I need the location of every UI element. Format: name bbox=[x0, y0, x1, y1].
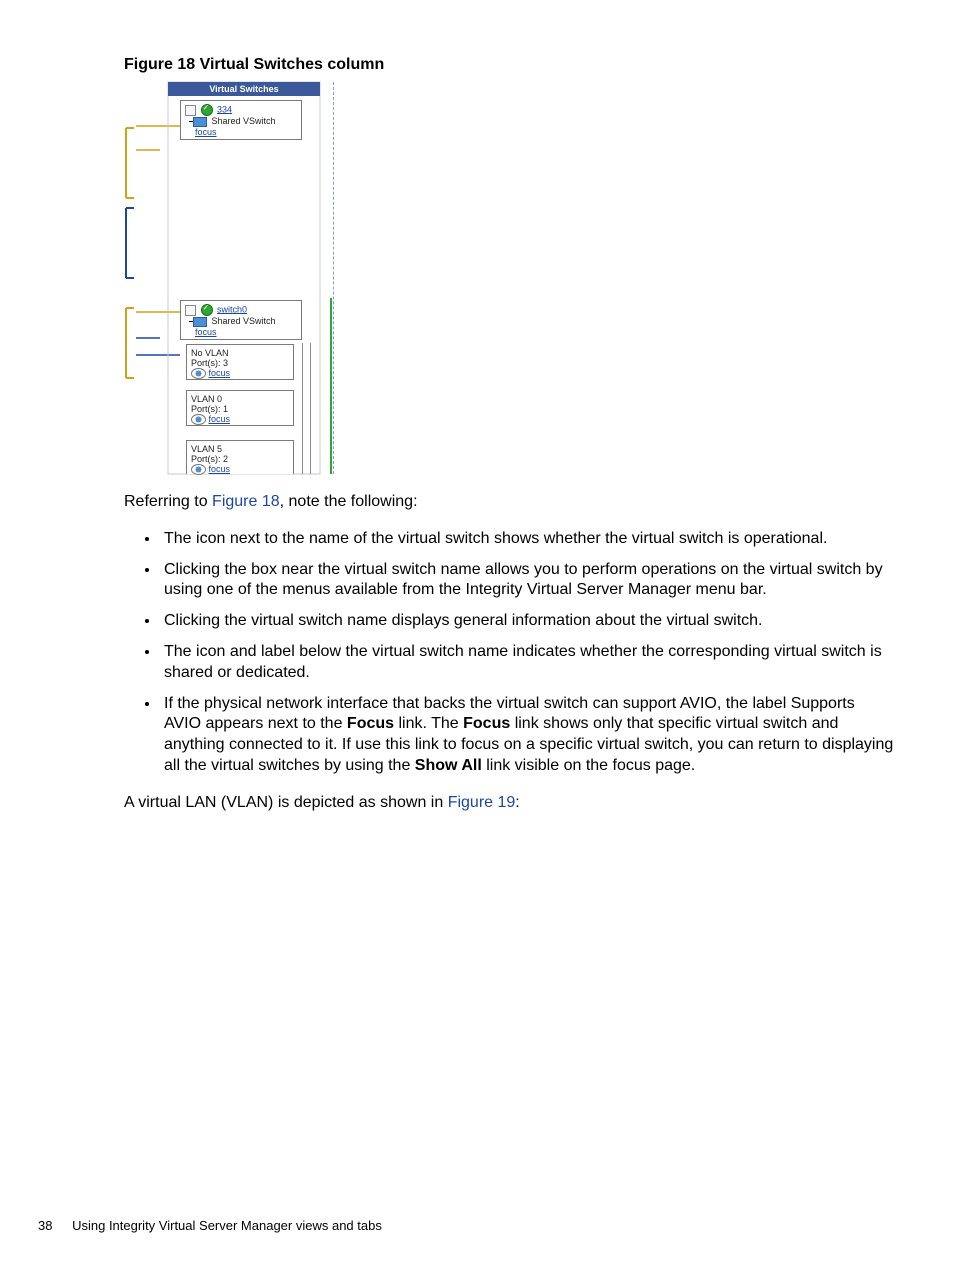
page-number: 38 bbox=[38, 1218, 52, 1233]
bullet-item: If the physical network interface that b… bbox=[160, 694, 894, 777]
vlan0-box: VLAN 0 Port(s): 1 focus bbox=[186, 390, 294, 426]
b5-t2: link. The bbox=[394, 715, 463, 732]
focus-link[interactable]: focus bbox=[195, 327, 217, 337]
status-ok-icon bbox=[201, 104, 213, 116]
eye-icon bbox=[191, 464, 206, 475]
focus-link[interactable]: focus bbox=[209, 368, 231, 378]
eye-icon bbox=[191, 414, 206, 425]
vlan-ports: Port(s): 2 bbox=[191, 454, 228, 464]
figure-19-link[interactable]: Figure 19 bbox=[448, 794, 516, 811]
b5-bold2: Focus bbox=[463, 715, 510, 732]
no-vlan-box: No VLAN Port(s): 3 focus bbox=[186, 344, 294, 380]
bullet-item: Clicking the box near the virtual switch… bbox=[160, 560, 894, 602]
focus-link[interactable]: focus bbox=[195, 127, 217, 137]
vlan-title: VLAN 5 bbox=[191, 444, 222, 454]
shared-label: Shared VSwitch bbox=[212, 116, 276, 126]
vswitch-link-334[interactable]: 334 bbox=[217, 104, 232, 114]
b5-t4: link visible on the focus page. bbox=[482, 757, 695, 774]
vlan-ports: Port(s): 1 bbox=[191, 404, 228, 414]
page-footer: 38 Using Integrity Virtual Server Manage… bbox=[38, 1218, 382, 1233]
intro-paragraph: Referring to Figure 18, note the followi… bbox=[124, 492, 894, 513]
vlan-ports: Port(s): 3 bbox=[191, 358, 228, 368]
focus-link[interactable]: focus bbox=[209, 464, 231, 474]
shared-label: Shared VSwitch bbox=[212, 316, 276, 326]
bullet-item: The icon next to the name of the virtual… bbox=[160, 529, 894, 550]
figure-18-image: Virtual Switches 334 Shared VSwitch focu… bbox=[124, 80, 334, 476]
shared-vswitch-icon bbox=[193, 117, 207, 127]
vswitch-box-334: 334 Shared VSwitch focus bbox=[180, 100, 302, 140]
vlan-title: No VLAN bbox=[191, 348, 229, 358]
outro-suffix: : bbox=[515, 794, 519, 811]
vswitch-link-switch0[interactable]: switch0 bbox=[217, 304, 247, 314]
vlan5-box: VLAN 5 Port(s): 2 focus bbox=[186, 440, 294, 474]
vswitch-box-switch0: switch0 Shared VSwitch focus bbox=[180, 300, 302, 340]
figure-title: Figure 18 Virtual Switches column bbox=[124, 56, 894, 74]
bullet-item: The icon and label below the virtual swi… bbox=[160, 642, 894, 684]
intro-suffix: , note the following: bbox=[280, 493, 418, 510]
bullet-item: Clicking the virtual switch name display… bbox=[160, 611, 894, 632]
b5-bold3: Show All bbox=[415, 757, 482, 774]
checkbox[interactable] bbox=[185, 305, 196, 316]
checkbox[interactable] bbox=[185, 105, 196, 116]
eye-icon bbox=[191, 368, 206, 379]
outro-paragraph: A virtual LAN (VLAN) is depicted as show… bbox=[124, 793, 894, 814]
status-ok-icon bbox=[201, 304, 213, 316]
focus-link[interactable]: focus bbox=[209, 414, 231, 424]
vlan-title: VLAN 0 bbox=[191, 394, 222, 404]
intro-prefix: Referring to bbox=[124, 493, 212, 510]
b5-bold1: Focus bbox=[347, 715, 394, 732]
figure-18-link[interactable]: Figure 18 bbox=[212, 493, 280, 510]
outro-prefix: A virtual LAN (VLAN) is depicted as show… bbox=[124, 794, 448, 811]
chapter-title: Using Integrity Virtual Server Manager v… bbox=[72, 1218, 382, 1233]
bullet-list: The icon next to the name of the virtual… bbox=[124, 529, 894, 777]
virtual-switches-header: Virtual Switches bbox=[168, 82, 320, 96]
shared-vswitch-icon bbox=[193, 317, 207, 327]
